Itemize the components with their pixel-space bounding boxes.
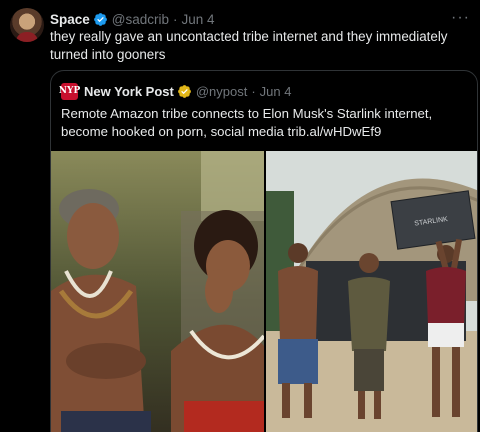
verified-gold-badge-icon — [177, 84, 191, 98]
quoted-date[interactable]: Jun 4 — [260, 84, 292, 99]
author-avatar[interactable] — [10, 8, 44, 42]
quoted-author-name[interactable]: New York Post — [84, 84, 174, 99]
tweet[interactable]: Space @sadcrib · Jun 4 ··· they really g… — [0, 0, 480, 432]
tweet-text: they really gave an uncontacted tribe in… — [50, 29, 448, 62]
nypost-logo-icon[interactable]: NYP — [59, 82, 80, 100]
quoted-text: Remote Amazon tribe connects to Elon Mus… — [61, 106, 433, 139]
photo-tribe-elders[interactable] — [51, 151, 264, 432]
author-handle[interactable]: @sadcrib — [112, 12, 169, 27]
post-date[interactable]: Jun 4 — [182, 12, 215, 27]
tweet-header: Space @sadcrib · Jun 4 — [50, 10, 215, 28]
media-gallery[interactable]: STARLINK — [51, 151, 477, 432]
quoted-tweet[interactable]: NYP New York Post @nypost · Jun 4 Remote… — [50, 70, 478, 432]
quoted-separator-dot: · — [251, 83, 256, 99]
quoted-header: NYP New York Post @nypost · Jun 4 — [59, 82, 292, 100]
author-name[interactable]: Space — [50, 12, 90, 27]
verified-badge-icon — [93, 12, 107, 26]
photo-starlink-group[interactable]: STARLINK — [266, 151, 477, 432]
quoted-handle[interactable]: @nypost — [196, 84, 248, 99]
separator-dot: · — [173, 11, 178, 27]
more-options-icon[interactable]: ··· — [451, 9, 470, 27]
